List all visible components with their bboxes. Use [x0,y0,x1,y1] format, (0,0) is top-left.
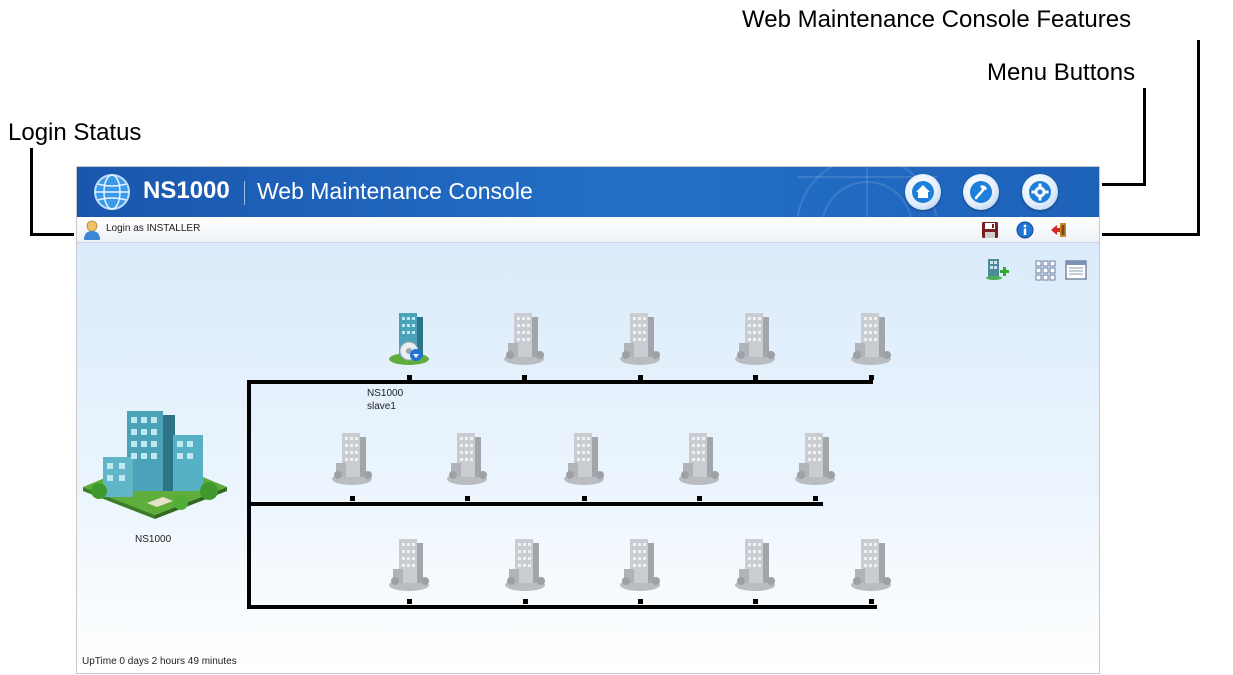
empty-slot-building[interactable] [791,429,839,487]
empty-slot-building[interactable] [847,535,895,593]
empty-slot-building[interactable] [500,309,548,367]
user-icon [84,220,100,240]
console-title: Web Maintenance Console [257,178,533,204]
grid-view-icon[interactable] [1033,258,1057,282]
node-connector [753,599,758,604]
master-building-icon[interactable] [81,407,229,519]
add-site-icon[interactable] [985,257,1009,281]
empty-slot-building[interactable] [328,429,376,487]
branch-row-3 [247,605,877,609]
globe-logo-icon [94,174,130,210]
slave-site-model: NS1000 [367,388,404,399]
empty-slot-building[interactable] [616,535,664,593]
menu-leader-vertical [1143,88,1146,186]
console-window: NS1000 Web Maintenance Console Login as … [76,166,1100,674]
empty-slot-building[interactable] [385,535,433,593]
console-header: NS1000 Web Maintenance Console [77,167,1099,217]
settings-button[interactable] [1022,174,1058,210]
node-connector [753,375,758,380]
tree-trunk [247,380,251,609]
save-icon[interactable] [981,221,999,239]
node-connector [465,496,470,501]
slave-site-name: slave1 [367,401,396,412]
slave-site-label: NS1000 slave1 [367,387,403,413]
features-leader-horizontal [1102,233,1200,236]
info-icon[interactable] [1016,221,1034,239]
empty-slot-building[interactable] [443,429,491,487]
empty-slot-building[interactable] [560,429,608,487]
tool-icon [970,181,992,203]
menu-leader-horizontal [1102,183,1146,186]
tool-button[interactable] [963,174,999,210]
login-status-callout: Login Status [8,119,142,146]
header-separator [244,181,245,205]
node-connector [638,375,643,380]
node-connector [697,496,702,501]
menu-buttons-callout: Menu Buttons [987,59,1136,86]
empty-slot-building[interactable] [675,429,723,487]
empty-slot-building[interactable] [616,309,664,367]
node-connector [350,496,355,501]
empty-slot-building[interactable] [731,535,779,593]
node-connector [407,375,412,380]
features-callout: Web Maintenance Console Features [742,6,1132,33]
branch-row-2 [247,502,823,506]
node-connector [638,599,643,604]
uptime-status: UpTime 0 days 2 hours 49 minutes [82,656,237,667]
empty-slot-building[interactable] [501,535,549,593]
login-leader-vertical [30,148,33,236]
node-connector [582,496,587,501]
home-button[interactable] [905,174,941,210]
empty-slot-building[interactable] [847,309,895,367]
slave-site-building[interactable] [385,309,433,367]
login-leader-horizontal [30,233,74,236]
node-connector [407,599,412,604]
empty-slot-building[interactable] [731,309,779,367]
node-connector [523,599,528,604]
branch-row-1 [247,380,873,384]
master-label: NS1000 [135,534,172,545]
list-view-icon[interactable] [1064,258,1088,282]
node-connector [813,496,818,501]
home-icon [912,181,934,203]
features-leader-vertical [1197,40,1200,236]
node-connector [869,599,874,604]
logout-icon[interactable] [1050,221,1068,239]
status-bar: Login as INSTALLER [77,217,1099,243]
node-connector [869,375,874,380]
brand-name: NS1000 [143,177,230,204]
node-connector [522,375,527,380]
gear-icon [1029,181,1051,203]
login-status: Login as INSTALLER [106,223,201,234]
header-decoration [796,167,938,217]
